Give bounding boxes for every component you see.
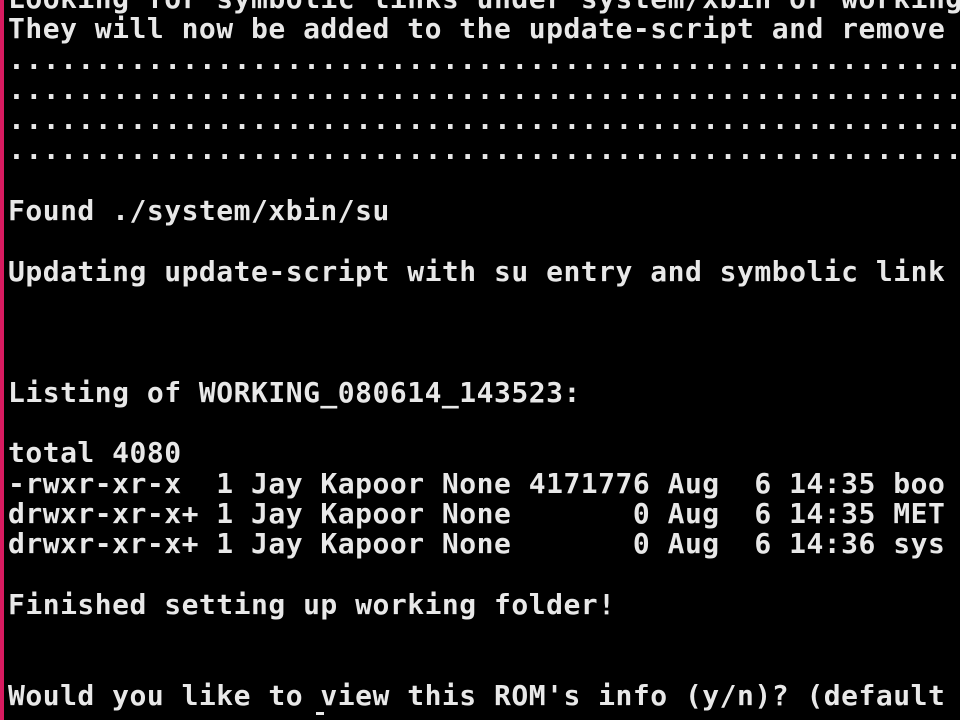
- terminal-line: -rwxr-xr-x 1 Jay Kapoor None 4171776 Aug…: [8, 466, 946, 500]
- text-cursor: [316, 712, 324, 715]
- terminal-line: drwxr-xr-x+ 1 Jay Kapoor None 0 Aug 6 14…: [8, 497, 946, 531]
- terminal-line: ........................................…: [8, 42, 960, 76]
- terminal-line: They will now be added to the update-scr…: [8, 12, 946, 46]
- terminal-line: Listing of WORKING_080614_143523:: [8, 375, 581, 409]
- terminal-output: Looking for symbolic links under system/…: [8, 0, 960, 711]
- terminal-line: drwxr-xr-x+ 1 Jay Kapoor None 0 Aug 6 14…: [8, 527, 946, 561]
- terminal-line: ........................................…: [8, 133, 960, 167]
- terminal-line: ........................................…: [8, 103, 960, 137]
- terminal-line: ........................................…: [8, 72, 960, 106]
- terminal-line: Found ./system/xbin/su: [8, 194, 390, 228]
- terminal-line: Updating update-script with su entry and…: [8, 254, 946, 288]
- terminal-line: Finished setting up working folder!: [8, 587, 616, 621]
- terminal-line: total 4080: [8, 436, 182, 470]
- terminal-prompt: Would you like to view this ROM's info (…: [8, 678, 946, 712]
- terminal-window[interactable]: Looking for symbolic links under system/…: [0, 0, 960, 720]
